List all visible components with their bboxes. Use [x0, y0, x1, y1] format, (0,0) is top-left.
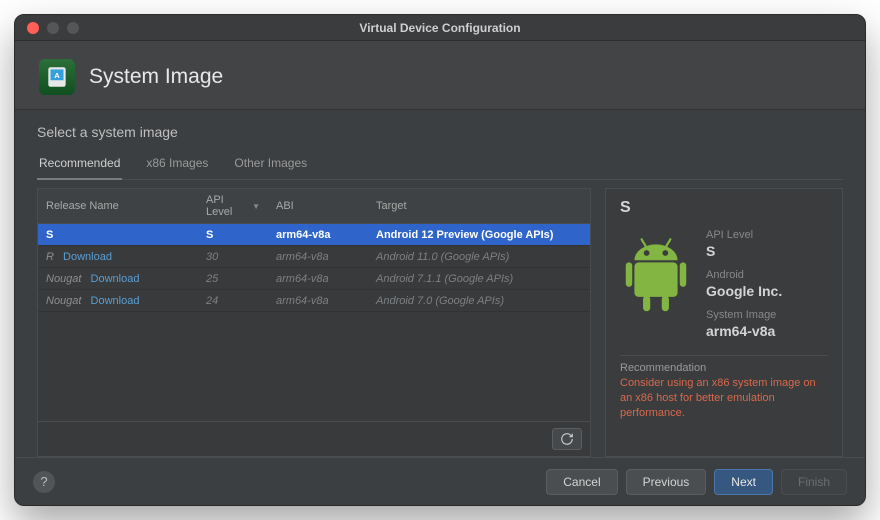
detail-title: S — [620, 199, 828, 217]
table-row[interactable]: R Download 30 arm64-v8a Android 11.0 (Go… — [38, 246, 590, 268]
system-image-value: arm64-v8a — [706, 323, 782, 339]
android-label: Android — [706, 269, 782, 281]
col-abi[interactable]: ABI — [268, 189, 368, 223]
dialog-header: A System Image — [15, 41, 865, 110]
col-target[interactable]: Target — [368, 189, 590, 223]
dialog-body: Select a system image Recommended x86 Im… — [15, 110, 865, 457]
refresh-icon — [560, 432, 574, 446]
download-link[interactable]: Download — [91, 273, 140, 285]
dialog-window: Virtual Device Configuration A System Im… — [14, 14, 866, 506]
tab-x86-images[interactable]: x86 Images — [144, 150, 210, 179]
api-level-value: S — [706, 243, 782, 259]
help-button[interactable]: ? — [33, 471, 55, 493]
recommendation-text: Consider using an x86 system image on an… — [620, 376, 828, 421]
content-row: Release Name API Level ▼ ABI Target S S … — [37, 188, 843, 457]
col-api-level-label: API Level — [206, 194, 248, 218]
download-link[interactable]: Download — [63, 251, 112, 263]
dialog-footer: ? Cancel Previous Next Finish — [15, 457, 865, 505]
system-image-table: Release Name API Level ▼ ABI Target S S … — [37, 188, 591, 457]
previous-button[interactable]: Previous — [626, 469, 707, 495]
finish-button: Finish — [781, 469, 847, 495]
tab-recommended[interactable]: Recommended — [37, 150, 122, 180]
android-robot-icon — [620, 229, 692, 349]
col-api-level[interactable]: API Level ▼ — [198, 189, 268, 223]
table-body: S S arm64-v8a Android 12 Preview (Google… — [38, 224, 590, 421]
section-subtitle: Select a system image — [37, 124, 843, 140]
titlebar: Virtual Device Configuration — [15, 15, 865, 41]
refresh-button[interactable] — [552, 428, 582, 450]
table-header: Release Name API Level ▼ ABI Target — [38, 189, 590, 224]
system-image-label: System Image — [706, 309, 782, 321]
table-row[interactable]: Nougat Download 25 arm64-v8a Android 7.1… — [38, 268, 590, 290]
dialog-title: System Image — [89, 65, 223, 89]
table-row[interactable]: Nougat Download 24 arm64-v8a Android 7.0… — [38, 290, 590, 312]
recommendation-label: Recommendation — [620, 355, 828, 374]
col-release-name[interactable]: Release Name — [38, 189, 198, 223]
cancel-button[interactable]: Cancel — [546, 469, 617, 495]
table-row[interactable]: S S arm64-v8a Android 12 Preview (Google… — [38, 224, 590, 246]
download-link[interactable]: Download — [91, 295, 140, 307]
svg-text:A: A — [54, 71, 60, 80]
table-footer — [38, 421, 590, 456]
detail-panel: S — [605, 188, 843, 457]
image-tabs: Recommended x86 Images Other Images — [37, 150, 843, 180]
tab-other-images[interactable]: Other Images — [232, 150, 309, 179]
android-value: Google Inc. — [706, 283, 782, 299]
window-title: Virtual Device Configuration — [15, 21, 865, 35]
system-image-icon: A — [39, 59, 75, 95]
api-level-label: API Level — [706, 229, 782, 241]
sort-descending-icon: ▼ — [252, 202, 260, 211]
next-button[interactable]: Next — [714, 469, 773, 495]
